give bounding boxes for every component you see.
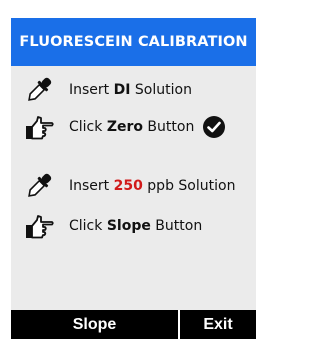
pointing-hand-icon: [26, 215, 54, 239]
concentration-value: 250: [113, 178, 143, 194]
exit-button[interactable]: Exit: [180, 310, 256, 339]
step-text: Insert 250 ppb Solution: [69, 178, 236, 194]
step-text: Click Zero Button: [69, 119, 195, 135]
pointing-hand-icon: [26, 116, 54, 140]
step-insert-250: Insert 250 ppb Solution: [11, 170, 256, 202]
slope-button[interactable]: Slope: [11, 310, 178, 339]
step-click-zero: Click Zero Button: [11, 111, 256, 143]
dropper-icon: [28, 173, 52, 197]
title-bar: FLUORESCEIN CALIBRATION: [11, 18, 256, 66]
dropper-icon: [28, 77, 52, 101]
step-text: Insert DI Solution: [69, 82, 192, 98]
step-click-slope: Click Slope Button: [11, 210, 256, 242]
check-circle-icon: [203, 116, 225, 138]
step-insert-di: Insert DI Solution: [11, 74, 256, 106]
instructions-panel: Insert DI Solution Click Zero Button Ins…: [11, 66, 256, 310]
step-text: Click Slope Button: [69, 218, 203, 234]
page-title: FLUORESCEIN CALIBRATION: [19, 34, 248, 50]
